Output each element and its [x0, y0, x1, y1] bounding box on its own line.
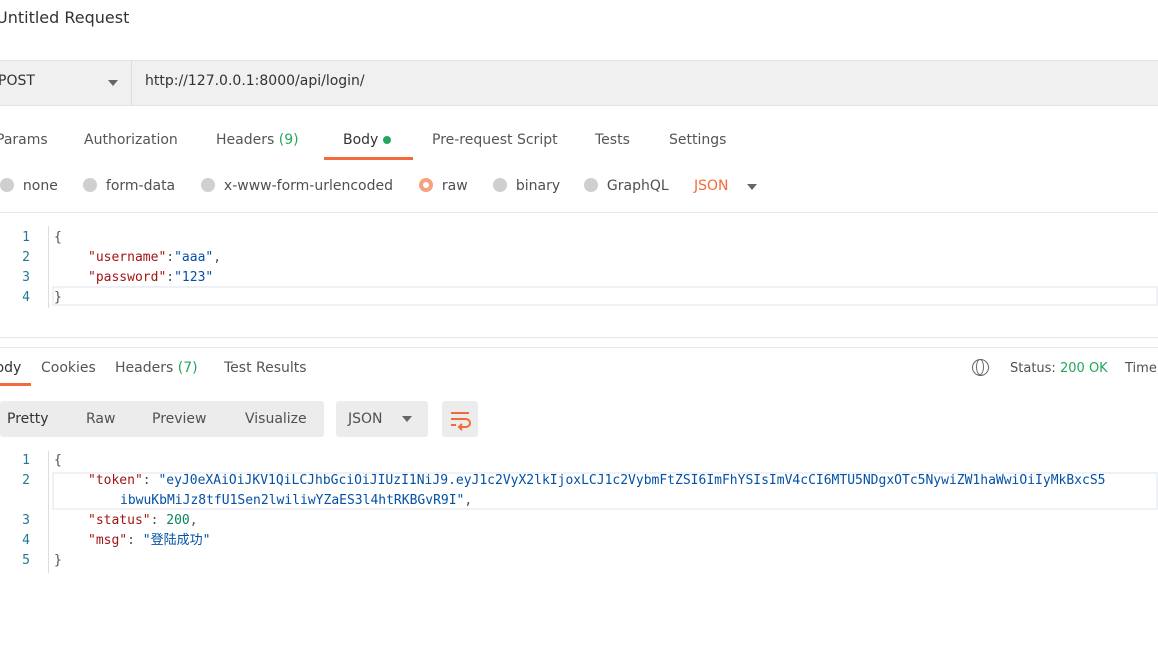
- json-key: "msg": [88, 533, 128, 548]
- line-number: 1: [22, 453, 30, 468]
- radio-label: GraphQL: [606, 178, 669, 194]
- globe-icon[interactable]: [972, 359, 989, 376]
- status-value: 200 OK: [1060, 361, 1108, 376]
- method-select[interactable]: POST: [0, 73, 35, 89]
- divider: [0, 212, 1158, 213]
- method-label: POST: [0, 73, 35, 89]
- radio-graphql[interactable]: GraphQL: [584, 178, 669, 194]
- line-number: 1: [22, 230, 30, 245]
- json-value: 200: [166, 513, 190, 528]
- response-viewer[interactable]: 1{ 2 "token": "eyJ0eXAiOiJKV1QiLCJhbGciOi…: [0, 451, 1105, 571]
- tab-settings[interactable]: Settings: [669, 132, 726, 148]
- tab-body[interactable]: Body: [343, 132, 391, 148]
- line-number: 4: [22, 533, 30, 548]
- divider: [0, 337, 1158, 338]
- tab-label: Headers: [115, 360, 174, 376]
- token-value: "eyJ0eXAiOiJKV1QiLCJhbGciOiJIUzI1NiJ9.ey…: [158, 473, 1106, 488]
- request-title[interactable]: Untitled Request: [0, 8, 129, 27]
- radio-label: form-data: [105, 178, 176, 194]
- json-value: "123": [174, 270, 214, 285]
- line-number: 3: [22, 513, 30, 528]
- active-tab-underline: [0, 383, 31, 386]
- view-preview[interactable]: Preview: [152, 411, 207, 427]
- radio-label: x-www-form-urlencoded: [223, 178, 393, 194]
- tab-pre-request-script[interactable]: Pre-request Script: [432, 132, 558, 148]
- format-select[interactable]: JSON: [694, 178, 729, 194]
- radio-raw[interactable]: raw: [419, 178, 468, 194]
- response-tab-test-results[interactable]: Test Results: [224, 360, 307, 376]
- url-input[interactable]: http://127.0.0.1:8000/api/login/: [145, 73, 365, 89]
- json-key: "token": [88, 473, 143, 488]
- json-value: "登陆成功": [142, 533, 211, 548]
- json-key: "password": [88, 270, 167, 285]
- radio-x-www-form-urlencoded[interactable]: x-www-form-urlencoded: [201, 178, 393, 194]
- tab-label: Headers: [216, 132, 275, 148]
- line-number: 3: [22, 270, 30, 285]
- view-visualize[interactable]: Visualize: [245, 411, 307, 427]
- chevron-down-icon[interactable]: [108, 80, 118, 86]
- header-count: (9): [278, 132, 299, 148]
- tab-headers[interactable]: Headers (9): [216, 132, 299, 148]
- json-key: "username": [88, 250, 167, 265]
- wrap-lines-button[interactable]: [442, 401, 478, 437]
- chevron-down-icon: [402, 416, 412, 422]
- radio-form-data[interactable]: form-data: [83, 178, 175, 194]
- tab-label: Body: [343, 132, 379, 148]
- line-number: 2: [22, 473, 30, 488]
- view-raw[interactable]: Raw: [86, 411, 115, 427]
- divider: [0, 347, 1158, 348]
- response-tab-cookies[interactable]: Cookies: [41, 360, 96, 376]
- response-tab-headers[interactable]: Headers (7): [115, 360, 198, 376]
- view-pretty[interactable]: Pretty: [7, 411, 49, 427]
- token-value-continued: ibwuKbMiJz8tfU1Sen2lwiliwYZaES3l4htRKBGv…: [120, 493, 465, 508]
- line-number: 2: [22, 250, 30, 265]
- radio-label: raw: [441, 178, 468, 194]
- json-key: "status": [88, 513, 151, 528]
- tab-authorization[interactable]: Authorization: [84, 132, 178, 148]
- tab-params[interactable]: Params: [0, 132, 48, 148]
- response-tab-body[interactable]: Body: [0, 360, 21, 376]
- active-tab-underline: [324, 157, 413, 160]
- response-format-label: JSON: [348, 411, 383, 427]
- radio-label: binary: [515, 178, 561, 194]
- line-number: 5: [22, 553, 30, 568]
- wrap-icon: [451, 412, 471, 431]
- time-label: Time: [1125, 361, 1157, 376]
- tab-tests[interactable]: Tests: [595, 132, 630, 148]
- radio-binary[interactable]: binary: [493, 178, 560, 194]
- status-label: Status:: [1010, 361, 1056, 376]
- header-count: (7): [177, 360, 198, 376]
- json-value: "aaa": [174, 250, 214, 265]
- chevron-down-icon[interactable]: [747, 184, 757, 190]
- radio-label: none: [22, 178, 58, 194]
- request-editor[interactable]: 1{ 2 "username":"aaa", 3 "password":"123" …: [0, 228, 221, 308]
- radio-none[interactable]: none: [0, 178, 58, 194]
- line-number: 4: [22, 290, 30, 305]
- divider: [131, 61, 132, 105]
- body-dot-icon: [382, 136, 391, 144]
